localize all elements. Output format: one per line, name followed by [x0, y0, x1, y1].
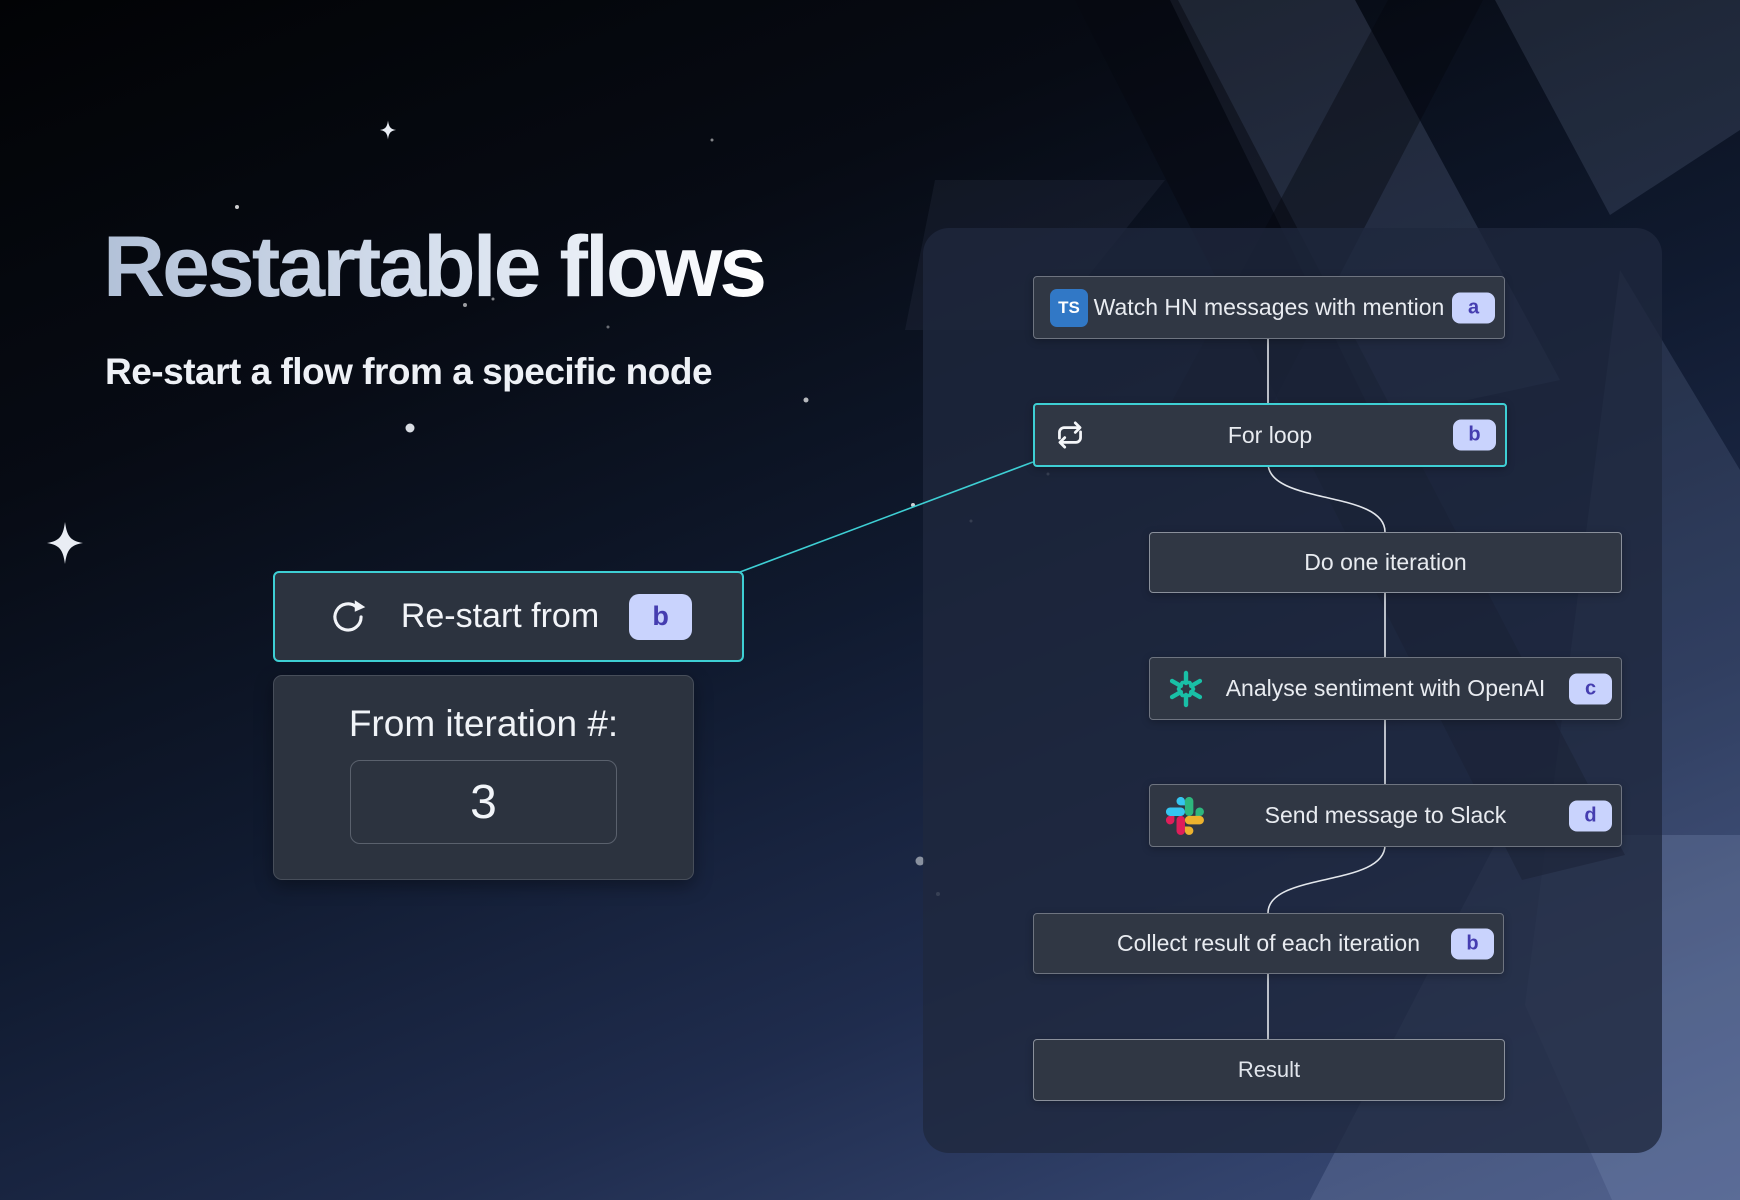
step-badge: b: [1451, 928, 1494, 959]
node-label: Send message to Slack: [1265, 802, 1507, 829]
step-badge: b: [1453, 420, 1496, 451]
flow-node-watch-hn[interactable]: TS Watch HN messages with mention a: [1033, 276, 1505, 339]
flow-node-analyse-sentiment[interactable]: Analyse sentiment with OpenAI c: [1149, 657, 1622, 720]
flow-node-do-one-iteration[interactable]: Do one iteration: [1149, 532, 1622, 593]
step-badge: a: [1452, 292, 1495, 323]
flow-node-result[interactable]: Result: [1033, 1039, 1505, 1101]
iteration-number-input[interactable]: [350, 760, 617, 844]
node-label: Collect result of each iteration: [1117, 930, 1420, 957]
edge-slack-to-collect: [1268, 845, 1385, 913]
typescript-icon: TS: [1050, 289, 1088, 327]
flow-connectors: [0, 0, 1740, 1200]
loop-icon: [1051, 416, 1089, 454]
edge-restart-to-forloop: [740, 462, 1033, 572]
flow-node-for-loop[interactable]: For loop b: [1033, 403, 1507, 467]
node-label: For loop: [1228, 422, 1312, 449]
node-label: Do one iteration: [1304, 549, 1466, 576]
openai-icon: [1166, 669, 1206, 709]
node-label: Watch HN messages with mention: [1094, 294, 1445, 321]
iteration-panel: From iteration #:: [273, 675, 694, 880]
hero-canvas: Restartable flows Re-start a flow from a…: [0, 0, 1740, 1200]
flow-node-send-slack[interactable]: Send message to Slack d: [1149, 784, 1622, 847]
step-badge: d: [1569, 800, 1612, 831]
restart-from-button[interactable]: Re-start from b: [273, 571, 744, 662]
edge-forloop-to-iteration: [1268, 463, 1385, 532]
restart-label: Re-start from: [401, 597, 599, 636]
iteration-label: From iteration #:: [349, 703, 618, 745]
typescript-icon-label: TS: [1058, 298, 1080, 318]
restart-icon: [325, 594, 371, 640]
slack-icon: [1166, 797, 1204, 835]
node-label: Analyse sentiment with OpenAI: [1226, 675, 1546, 702]
node-label: Result: [1238, 1057, 1300, 1083]
restart-target-badge: b: [629, 594, 692, 640]
step-badge: c: [1569, 673, 1612, 704]
flow-node-collect-result[interactable]: Collect result of each iteration b: [1033, 913, 1504, 974]
